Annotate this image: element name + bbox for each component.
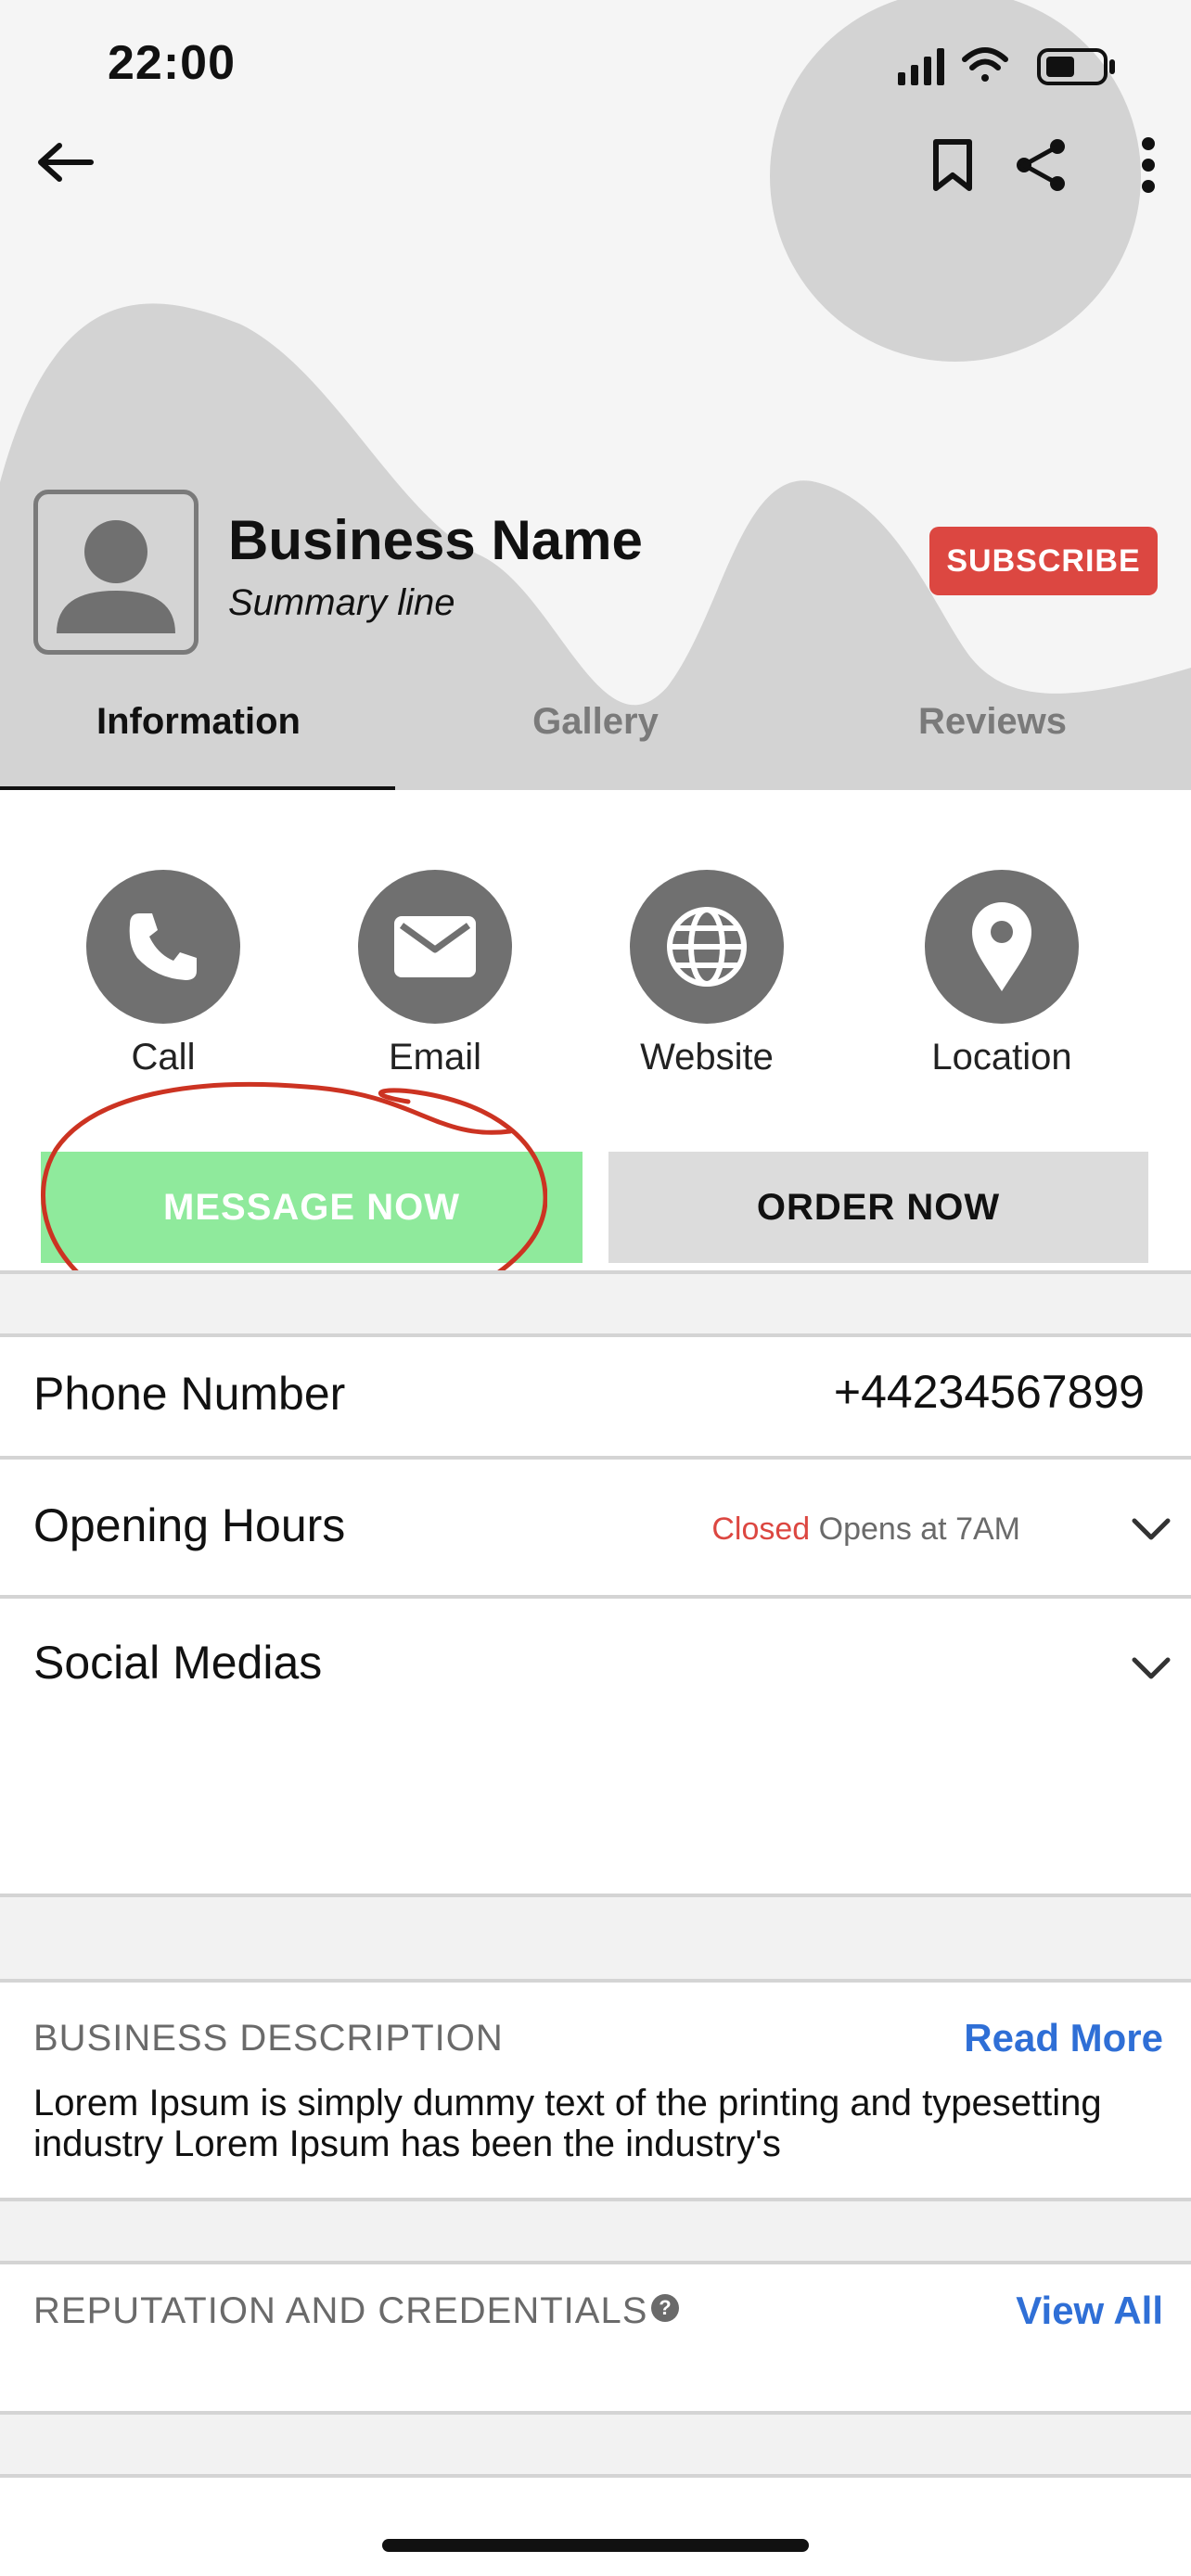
business-description-title: BUSINESS DESCRIPTION [33, 2018, 504, 2059]
opens-at-text: Opens at 7AM [818, 1511, 1020, 1547]
help-icon[interactable]: ? [651, 2294, 679, 2322]
website-action[interactable]: Website [591, 870, 823, 1078]
phone-number-label: Phone Number [33, 1368, 346, 1420]
section-divider [0, 1270, 1191, 1337]
status-icons [898, 47, 1115, 85]
signal-icon [898, 48, 944, 85]
row-divider [0, 1456, 1191, 1460]
section-divider [0, 2411, 1191, 2478]
status-time: 22:00 [108, 36, 236, 90]
business-description-text: Lorem Ipsum is simply dummy text of the … [33, 2083, 1102, 2164]
tab-reviews[interactable]: Reviews [794, 701, 1191, 743]
business-avatar [33, 490, 198, 655]
globe-icon [630, 870, 784, 1024]
section-divider [0, 2198, 1191, 2264]
header-hero [0, 0, 1191, 790]
call-action[interactable]: Call [47, 870, 279, 1078]
tab-gallery[interactable]: Gallery [397, 701, 794, 743]
hours-status: Closed Opens at 7AM [711, 1511, 1020, 1548]
more-options-icon[interactable] [1128, 130, 1169, 200]
email-action[interactable]: Email [319, 870, 551, 1078]
social-medias-label: Social Medias [33, 1637, 323, 1689]
row-divider [0, 1595, 1191, 1599]
phone-number-value[interactable]: +44234567899 [834, 1365, 1145, 1419]
website-label: Website [640, 1037, 774, 1078]
chevron-down-icon[interactable] [1122, 1649, 1180, 1690]
location-action[interactable]: Location [886, 870, 1118, 1078]
home-indicator [382, 2539, 809, 2552]
active-tab-indicator [0, 786, 395, 790]
subscribe-button[interactable]: SUBSCRIBE [929, 527, 1158, 595]
closed-status: Closed [711, 1511, 811, 1547]
location-pin-icon [925, 870, 1079, 1024]
mail-icon [358, 870, 512, 1024]
view-all-link[interactable]: View All [1016, 2289, 1163, 2333]
bookmark-icon[interactable] [920, 130, 985, 200]
cover-image-placeholder [0, 0, 1191, 790]
business-name: Business Name [228, 509, 643, 571]
summary-line: Summary line [228, 582, 455, 623]
section-divider [0, 1894, 1191, 1983]
chevron-down-icon[interactable] [1122, 1510, 1180, 1550]
location-label: Location [931, 1037, 1072, 1078]
opening-hours-label: Opening Hours [33, 1499, 346, 1551]
reputation-title: REPUTATION AND CREDENTIALS [33, 2290, 648, 2331]
share-icon[interactable] [1007, 130, 1074, 200]
order-now-button[interactable]: ORDER NOW [608, 1152, 1148, 1263]
battery-icon [1037, 48, 1115, 85]
person-icon [57, 520, 175, 633]
wifi-icon [962, 47, 1008, 82]
read-more-link[interactable]: Read More [964, 2016, 1163, 2060]
phone-icon [86, 870, 240, 1024]
tab-information[interactable]: Information [0, 701, 397, 743]
back-arrow-icon[interactable] [28, 130, 102, 195]
